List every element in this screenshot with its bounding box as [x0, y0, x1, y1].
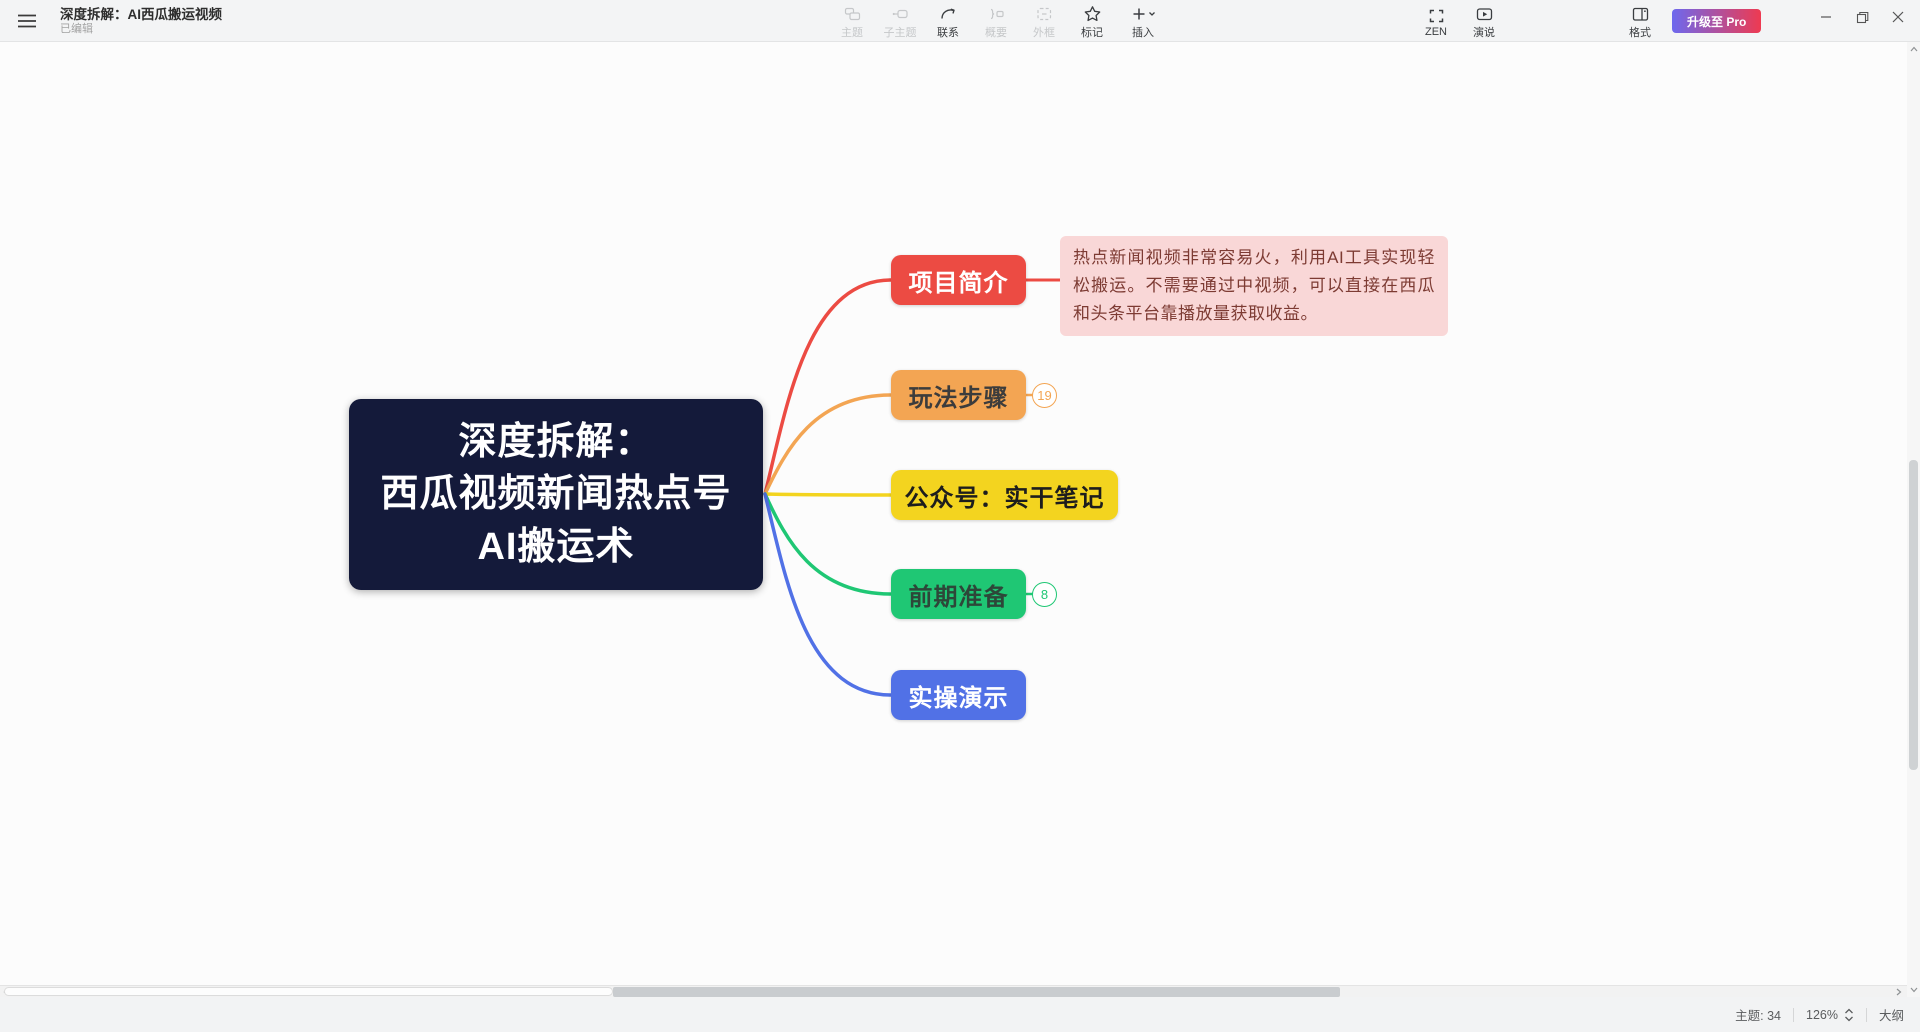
topic-icon — [843, 5, 862, 23]
minimize-icon — [1820, 11, 1832, 23]
outline-toggle[interactable]: 大纲 — [1879, 1005, 1904, 1024]
topic-demo[interactable]: 实操演示 — [891, 670, 1026, 720]
statusbar-divider — [1793, 1008, 1794, 1022]
horizontal-scroll-thumb[interactable] — [613, 987, 1340, 997]
zoom-level: 126% — [1806, 1008, 1838, 1022]
toolbar-summary-button[interactable]: 概要 — [972, 0, 1020, 42]
topic-gameplay-steps[interactable]: 玩法步骤 — [891, 370, 1026, 420]
statusbar-divider — [1866, 1008, 1867, 1022]
close-icon — [1892, 11, 1904, 23]
titlebar: 深度拆解：AI西瓜搬运视频 已编辑 主题 子主题 联系 概要 — [0, 0, 1920, 42]
upgrade-pro-button[interactable]: 升级至 Pro — [1672, 9, 1761, 33]
toolbar-insert-button[interactable]: 插入 — [1116, 0, 1170, 42]
collapsed-children-badge[interactable]: 19 — [1032, 383, 1057, 408]
toolbar-boundary-button[interactable]: 外框 — [1020, 0, 1068, 42]
window-controls — [1808, 0, 1916, 34]
topic-note[interactable]: 热点新闻视频非常容易火，利用AI工具实现轻松搬运。不需要通过中视频，可以直接在西… — [1060, 236, 1448, 336]
connector-branch-1 — [765, 280, 891, 494]
play-presentation-icon — [1475, 5, 1494, 23]
boundary-icon — [1035, 5, 1054, 23]
restore-icon — [1856, 11, 1869, 24]
topic-label: 公众号：实干笔记 — [905, 478, 1105, 513]
topic-label: 玩法步骤 — [909, 378, 1009, 413]
main-toolbar: 主题 子主题 联系 概要 外框 标记 — [828, 0, 1170, 42]
minimize-button[interactable] — [1808, 0, 1844, 34]
topic-count: 主题: 34 — [1735, 1005, 1781, 1024]
document-save-status: 已编辑 — [60, 23, 222, 36]
zen-mode-button[interactable]: ZEN — [1412, 0, 1460, 42]
scroll-up-arrow[interactable] — [1907, 44, 1920, 54]
main-menu-button[interactable] — [12, 6, 42, 36]
topic-wechat-account[interactable]: 公众号：实干笔记 — [891, 470, 1118, 520]
toolbar-subtopic-button[interactable]: 子主题 — [876, 0, 924, 42]
collapsed-children-badge[interactable]: 8 — [1032, 582, 1057, 607]
marker-star-icon — [1083, 5, 1102, 23]
insert-plus-icon — [1130, 5, 1156, 23]
topic-label: 项目简介 — [909, 263, 1009, 298]
root-topic-label: 深度拆解： 西瓜视频新闻热点号 AI搬运术 — [380, 416, 731, 573]
vertical-scrollbar[interactable] — [1907, 42, 1920, 997]
summary-icon — [987, 5, 1006, 23]
present-button[interactable]: 演说 — [1460, 0, 1508, 42]
toolbar-relationship-button[interactable]: 联系 — [924, 0, 972, 42]
mindmap-canvas[interactable]: 深度拆解： 西瓜视频新闻热点号 AI搬运术 项目简介 玩法步骤 公众号：实干笔记… — [0, 42, 1920, 997]
topic-label: 前期准备 — [909, 577, 1009, 612]
scroll-down-arrow[interactable] — [1907, 985, 1920, 995]
topic-project-intro[interactable]: 项目简介 — [891, 255, 1026, 305]
restore-button[interactable] — [1844, 0, 1880, 34]
connector-branch-4 — [765, 494, 891, 594]
horizontal-scrollbar[interactable] — [0, 985, 1920, 997]
topic-preparation[interactable]: 前期准备 — [891, 569, 1026, 619]
scroll-track-segment — [4, 987, 613, 996]
close-button[interactable] — [1880, 0, 1916, 34]
relationship-icon — [939, 5, 958, 23]
format-panel-button[interactable]: 格式 — [1616, 0, 1664, 42]
view-tools: ZEN 演说 — [1412, 0, 1508, 42]
format-sidebar-icon — [1631, 5, 1650, 23]
zen-icon — [1427, 7, 1446, 25]
badge-count: 19 — [1037, 388, 1051, 403]
statusbar: 主题: 34 126% 大纲 — [0, 997, 1920, 1032]
xmind-app-window: 深度拆解：AI西瓜搬运视频 已编辑 主题 子主题 联系 概要 — [0, 0, 1920, 1032]
vertical-scroll-thumb[interactable] — [1909, 460, 1918, 770]
connector-branch-3 — [765, 494, 891, 495]
toolbar-topic-button[interactable]: 主题 — [828, 0, 876, 42]
topic-label: 实操演示 — [909, 678, 1009, 713]
hamburger-icon — [18, 14, 36, 28]
document-title: 深度拆解：AI西瓜搬运视频 — [60, 7, 222, 23]
root-topic[interactable]: 深度拆解： 西瓜视频新闻热点号 AI搬运术 — [349, 399, 763, 590]
zoom-stepper-icon[interactable] — [1844, 1007, 1854, 1023]
note-text: 热点新闻视频非常容易火，利用AI工具实现轻松搬运。不需要通过中视频，可以直接在西… — [1073, 248, 1435, 323]
toolbar-marker-button[interactable]: 标记 — [1068, 0, 1116, 42]
subtopic-icon — [891, 5, 910, 23]
badge-count: 8 — [1041, 587, 1048, 602]
zoom-control[interactable]: 126% — [1806, 1007, 1854, 1023]
format-panel-group: 格式 — [1616, 0, 1664, 42]
